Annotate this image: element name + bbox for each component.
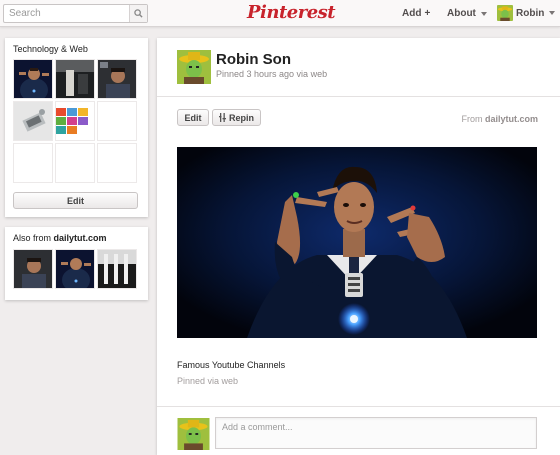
caret-down-icon — [549, 11, 556, 15]
pin-detail: Robin Son Pinned 3 hours ago via web Edi… — [157, 38, 560, 455]
add-menu[interactable]: Add + — [402, 8, 430, 19]
search-box — [3, 4, 148, 23]
board-thumbnail-empty — [55, 143, 95, 183]
pinner-name[interactable]: Robin Son — [216, 51, 291, 68]
board-title[interactable]: Technology & Web — [13, 44, 88, 54]
add-label: Add — [402, 8, 422, 19]
board-thumbnail[interactable] — [55, 59, 95, 99]
pin-source: From dailytut.com — [461, 114, 538, 124]
board-thumbnail-empty — [97, 101, 137, 141]
repin-button[interactable]: Repin — [212, 109, 261, 126]
commenter-avatar — [177, 418, 210, 450]
repin-label: Repin — [228, 112, 254, 123]
about-menu[interactable]: About — [447, 8, 487, 19]
from-prefix: From — [461, 114, 483, 124]
pinner-avatar[interactable] — [177, 50, 211, 84]
pinned-via: Pinned via web — [177, 376, 239, 386]
divider — [157, 406, 560, 407]
pin-timestamp: Pinned 3 hours ago via web — [216, 69, 328, 79]
divider — [157, 96, 560, 97]
comment-box — [215, 417, 537, 449]
search-input[interactable] — [4, 5, 130, 22]
pin-caption: Famous Youtube Channels — [177, 360, 286, 370]
also-from-source-link[interactable]: dailytut.com — [54, 233, 107, 243]
repin-icon — [218, 113, 226, 122]
board-card: Technology & Web Edit — [5, 38, 148, 217]
board-edit-button[interactable]: Edit — [13, 192, 138, 209]
board-thumbnail[interactable] — [13, 101, 53, 141]
comment-input[interactable] — [216, 418, 536, 448]
board-thumbnail-empty — [13, 143, 53, 183]
user-avatar — [497, 5, 513, 21]
plus-icon: + — [424, 8, 431, 19]
search-icon — [134, 9, 143, 18]
caret-down-icon — [480, 11, 487, 16]
pin-image[interactable] — [177, 147, 537, 338]
user-menu[interactable]: Robin — [497, 5, 556, 21]
top-bar: Pinterest Add + About Robin — [0, 0, 560, 27]
pinterest-logo[interactable]: Pinterest — [247, 2, 336, 23]
board-thumbnails — [13, 59, 137, 183]
board-thumbnail[interactable] — [55, 101, 95, 141]
user-name-label: Robin — [516, 7, 545, 19]
pin-edit-button[interactable]: Edit — [177, 109, 209, 126]
also-from-title: Also from dailytut.com — [13, 233, 107, 243]
also-from-card: Also from dailytut.com — [5, 227, 148, 300]
also-from-thumbnail[interactable] — [13, 249, 53, 289]
source-link[interactable]: dailytut.com — [485, 114, 538, 124]
about-label: About — [447, 8, 476, 19]
board-thumbnail[interactable] — [13, 59, 53, 99]
also-from-thumbnail[interactable] — [55, 249, 95, 289]
also-from-prefix: Also from — [13, 233, 52, 243]
search-button[interactable] — [129, 5, 147, 22]
also-from-thumbnails — [13, 249, 137, 289]
board-thumbnail[interactable] — [97, 59, 137, 99]
also-from-thumbnail[interactable] — [97, 249, 137, 289]
board-thumbnail-empty — [97, 143, 137, 183]
